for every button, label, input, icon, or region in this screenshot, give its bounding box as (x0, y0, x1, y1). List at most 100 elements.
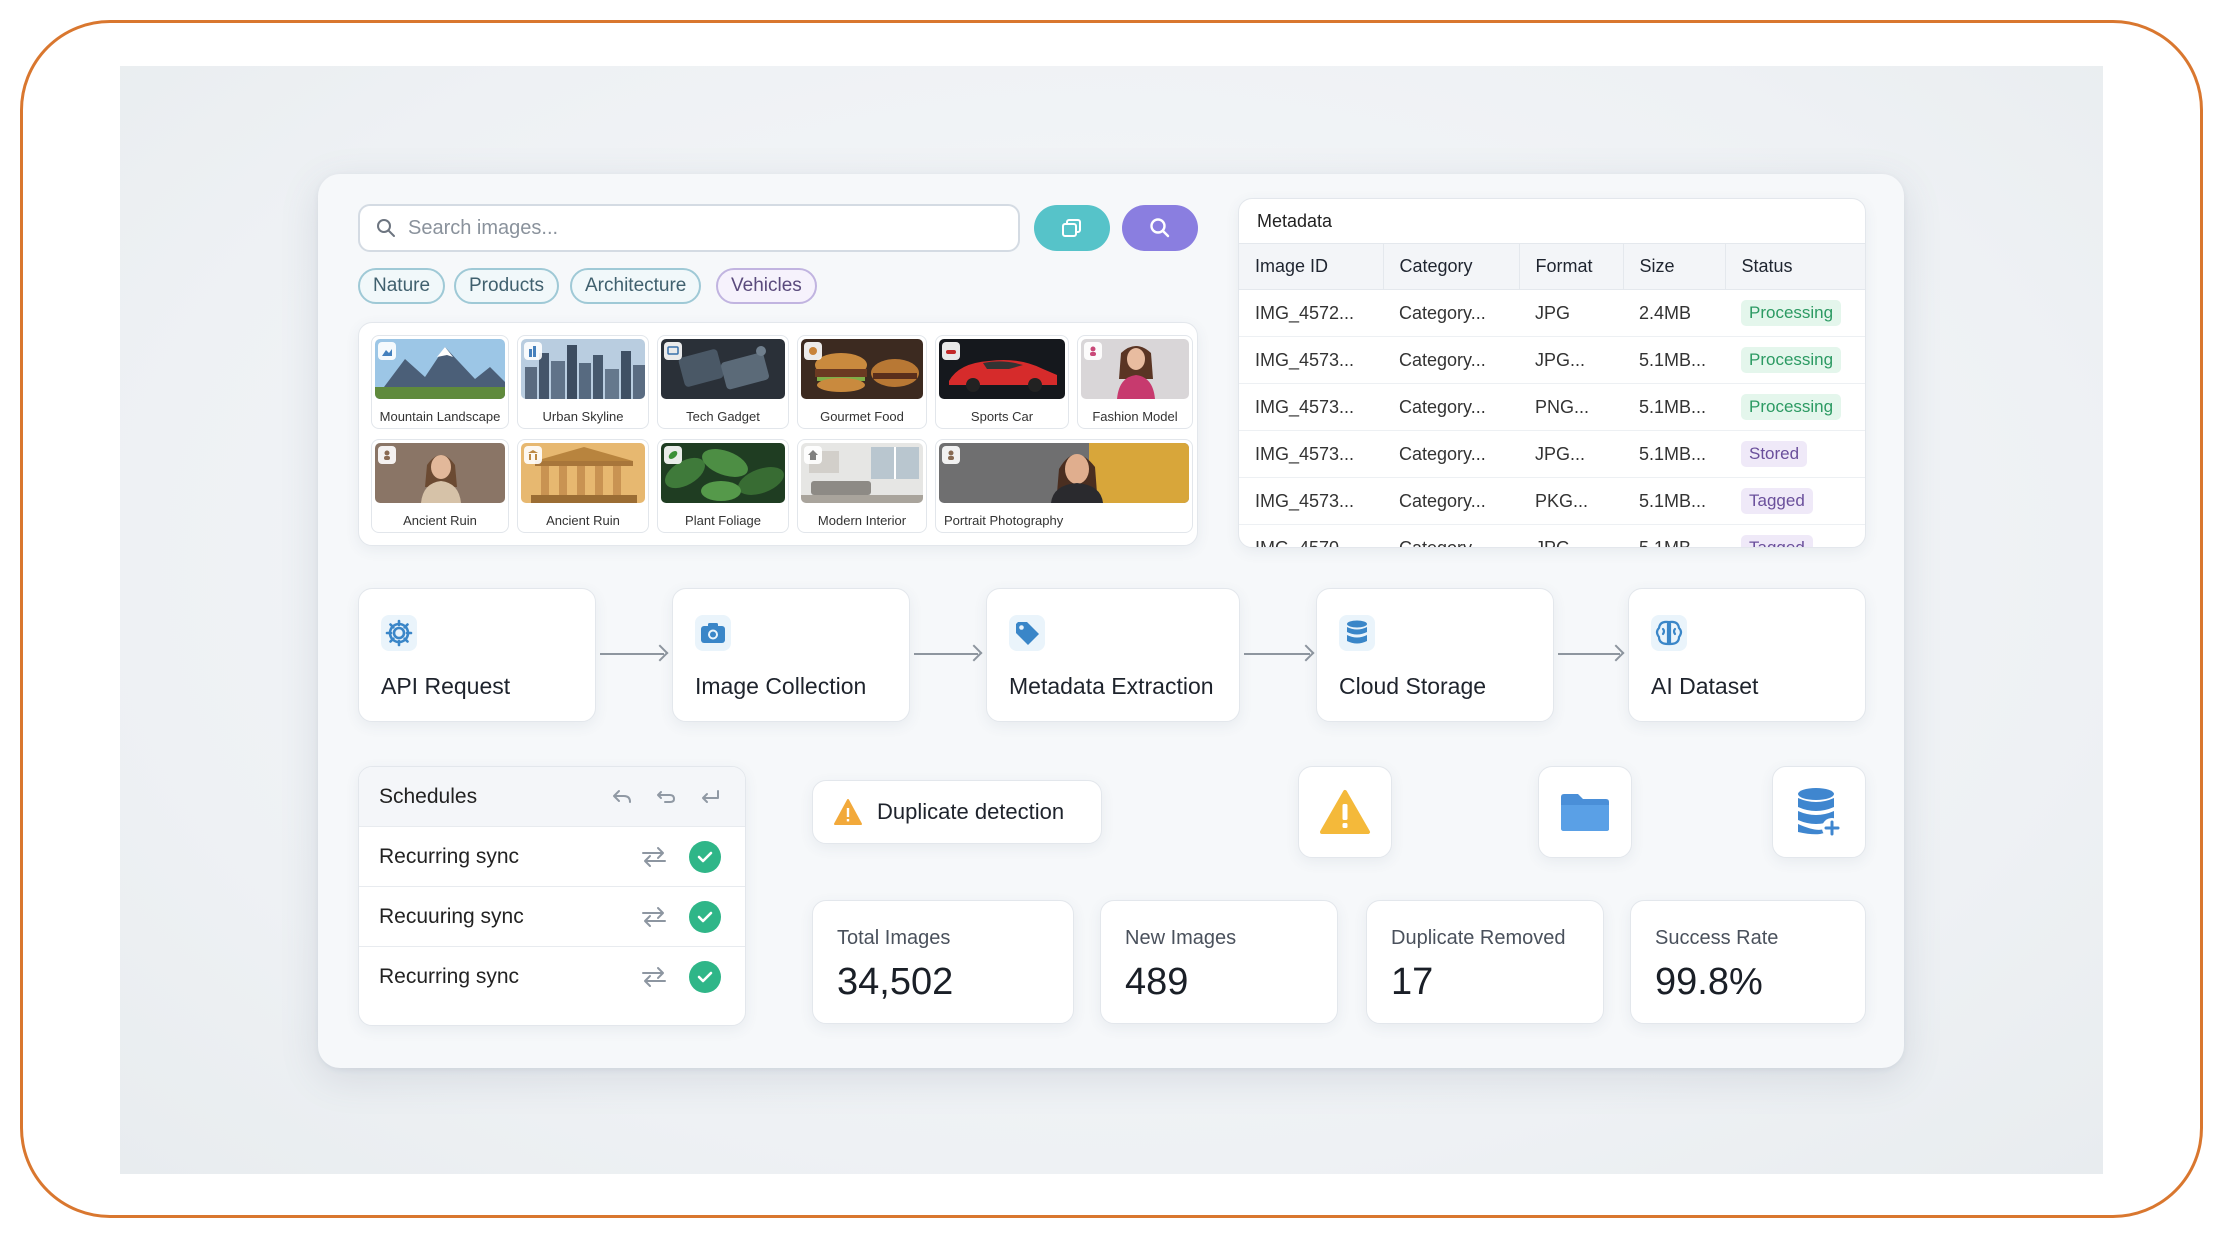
pipeline-step-cloud-storage[interactable]: Cloud Storage (1316, 588, 1554, 722)
pipeline-step-image-collection[interactable]: Image Collection (672, 588, 910, 722)
gear-icon (381, 615, 417, 656)
chip-products[interactable]: Products (454, 268, 559, 304)
table-row[interactable]: IMG_4573... Category... JPG... 5.1MB... … (1239, 430, 1865, 478)
gallery-thumb[interactable]: Urban Skyline (517, 335, 649, 429)
search-icon (377, 219, 395, 237)
col-format[interactable]: Format (1518, 243, 1623, 290)
col-category[interactable]: Category (1382, 243, 1519, 290)
flow-arrow (914, 653, 978, 655)
database-icon (1339, 615, 1375, 656)
gallery-thumb[interactable]: Ancient Ruin (371, 439, 509, 533)
thumb-caption: Ancient Ruin (403, 513, 477, 528)
cell-category: Category... (1383, 477, 1519, 525)
gallery-thumb[interactable]: Portrait Photography (935, 439, 1193, 533)
person-icon (1084, 342, 1102, 360)
status-badge: Tagged (1741, 488, 1813, 514)
gallery-thumb[interactable]: Sports Car (935, 335, 1069, 429)
flow-arrow (1558, 653, 1620, 655)
sync-icon[interactable] (639, 905, 669, 929)
car-icon (942, 342, 960, 360)
table-row[interactable]: IMG_4573... Category... JPG... 5.1MB... … (1239, 336, 1865, 384)
stat-title: Duplicate Removed (1391, 927, 1566, 949)
schedules-title: Schedules (379, 784, 478, 808)
undo-icon[interactable] (611, 788, 633, 806)
cell-size: 5.1MB... (1623, 383, 1725, 431)
sync-icon[interactable] (639, 845, 669, 869)
table-row[interactable]: IMG_4572... Category... JPG 2.4MB Proces… (1239, 289, 1865, 337)
cell-size: 5.1MB... (1623, 477, 1725, 525)
gallery-thumb[interactable]: Fashion Model (1077, 335, 1193, 429)
copy-icon (1062, 219, 1081, 237)
return-icon[interactable] (699, 788, 721, 806)
device-icon (664, 342, 682, 360)
gallery-view-button[interactable] (1034, 205, 1110, 251)
schedules-panel: Schedules Recurring sync Recuuring sync … (358, 766, 746, 1026)
pipeline-step-ai-dataset[interactable]: AI Dataset (1628, 588, 1866, 722)
table-row[interactable]: IMG_4573... Category... PKG... 5.1MB... … (1239, 477, 1865, 525)
thumb-caption: Mountain Landscape (379, 409, 501, 424)
chip-architecture[interactable]: Architecture (570, 268, 702, 304)
folder-tile[interactable] (1538, 766, 1632, 858)
search-button[interactable] (1122, 205, 1198, 251)
table-row[interactable]: IMG_4573... Category... PNG... 5.1MB... … (1239, 383, 1865, 431)
cell-category: Category... (1383, 336, 1519, 384)
check-icon (689, 900, 721, 933)
thumb-caption: Plant Foliage (685, 513, 761, 528)
check-icon (689, 840, 721, 873)
step-label: API Request (381, 673, 511, 699)
search-bar[interactable] (358, 204, 1020, 252)
cell-image-id: IMG_4573... (1239, 383, 1383, 431)
chip-nature[interactable]: Nature (358, 268, 446, 304)
person-icon (378, 446, 396, 464)
gallery-thumb[interactable]: Plant Foliage (657, 439, 789, 533)
thumb-caption: Sports Car (970, 409, 1034, 424)
stat-title: Success Rate (1655, 927, 1779, 949)
gallery-thumb[interactable]: Modern Interior (797, 439, 927, 533)
step-label: Cloud Storage (1339, 673, 1487, 699)
cell-category: Category... (1383, 430, 1519, 478)
person-icon (942, 446, 960, 464)
database-add-tile[interactable] (1772, 766, 1866, 858)
gallery-thumb[interactable]: Tech Gadget (657, 335, 789, 429)
gallery-thumb[interactable]: Gourmet Food (797, 335, 927, 429)
cell-format: JPG... (1519, 336, 1623, 384)
chip-vehicles[interactable]: Vehicles (716, 268, 817, 304)
search-icon (1150, 218, 1170, 238)
image-gallery: Mountain Landscape Urban Skyline Tech Ga… (358, 322, 1198, 546)
step-label: AI Dataset (1651, 673, 1759, 699)
metadata-title: Metadata (1257, 211, 1333, 231)
thumb-caption: Fashion Model (1092, 409, 1178, 424)
cell-image-id: IMG_4572... (1239, 289, 1383, 337)
search-input[interactable] (408, 216, 988, 240)
gallery-thumb[interactable]: Ancient Ruin (517, 439, 649, 533)
schedule-label: Recurring sync (379, 844, 520, 868)
col-size[interactable]: Size (1622, 243, 1725, 290)
cell-image-id: IMG_4570 (1239, 524, 1383, 547)
tag-icon (1009, 615, 1045, 656)
check-icon (689, 961, 721, 993)
cell-format: JPG (1519, 289, 1623, 337)
flow-arrow (1244, 653, 1310, 655)
cell-size: 5.1MB... (1623, 336, 1725, 384)
warning-tile[interactable] (1298, 766, 1392, 858)
sync-icon[interactable] (639, 965, 669, 989)
thumb-caption: Modern Interior (817, 513, 907, 528)
cell-format: JPG (1519, 524, 1623, 547)
stat-value: 99.8% (1655, 961, 1763, 1003)
col-image-id[interactable]: Image ID (1239, 243, 1383, 290)
duplicate-detection-button[interactable]: Duplicate detection (812, 780, 1102, 844)
schedule-row[interactable]: Recuuring sync (359, 887, 745, 947)
status-badge: Processing (1741, 300, 1842, 326)
schedule-row[interactable]: Recurring sync (359, 947, 745, 1007)
thumb-caption: Ancient Ruin (546, 513, 620, 528)
table-row[interactable]: IMG_4570 Category JPG 5.1MB Tagged (1239, 524, 1865, 547)
pipeline-step-api-request[interactable]: API Request (358, 588, 596, 722)
stat-value: 34,502 (837, 961, 954, 1003)
redo-icon[interactable] (655, 788, 677, 806)
schedule-row[interactable]: Recurring sync (359, 827, 745, 887)
stat-card-duplicate-removed: Duplicate Removed 17 (1366, 900, 1604, 1024)
flow-arrow (600, 653, 664, 655)
pipeline-step-metadata-extraction[interactable]: Metadata Extraction (986, 588, 1240, 722)
col-status[interactable]: Status (1724, 243, 1865, 290)
gallery-thumb[interactable]: Mountain Landscape (371, 335, 509, 429)
